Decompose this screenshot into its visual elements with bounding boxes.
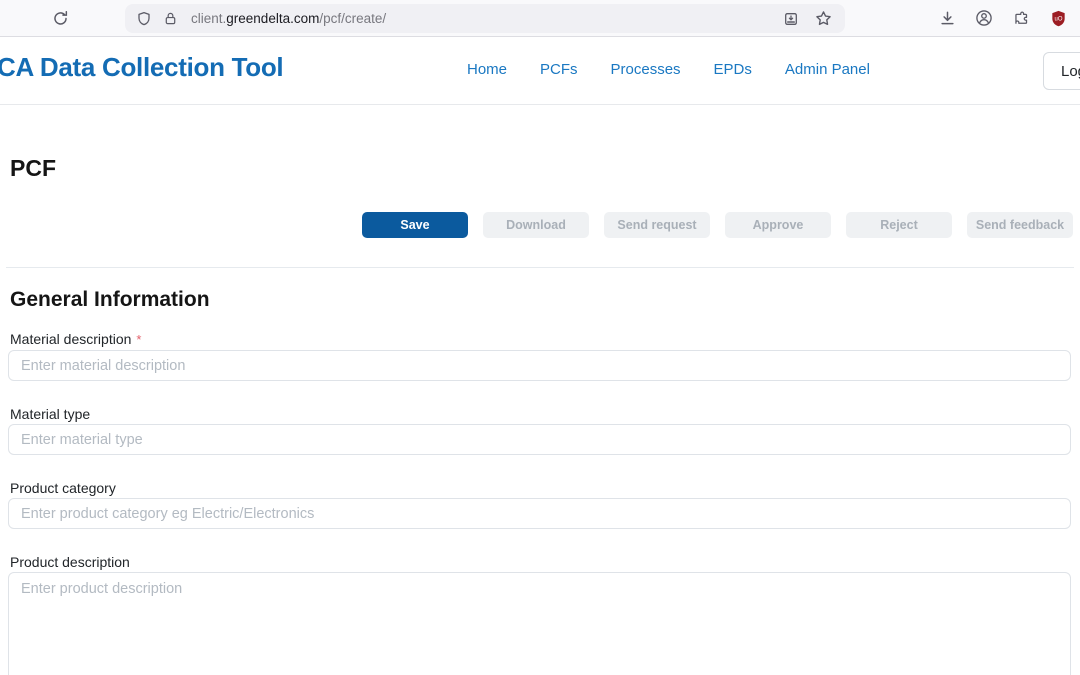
ublock-badge-text: uO xyxy=(1054,16,1062,22)
field-group-product-category: Product category xyxy=(8,478,1072,529)
required-asterisk: * xyxy=(136,332,141,347)
approve-button[interactable]: Approve xyxy=(725,212,831,238)
ublock-extension-icon[interactable]: uO xyxy=(1044,4,1072,32)
reload-icon xyxy=(52,10,69,27)
nav-epds[interactable]: EPDs xyxy=(714,61,752,78)
product-description-label: Product description xyxy=(10,552,1072,572)
url-domain: greendelta.com xyxy=(226,11,319,26)
url-path: /pcf/create/ xyxy=(319,11,386,26)
url-text: client.greendelta.com/pcf/create/ xyxy=(191,11,386,26)
material-type-input[interactable] xyxy=(8,424,1071,455)
nav-admin-panel[interactable]: Admin Panel xyxy=(785,61,870,78)
app-title[interactable]: CA Data Collection Tool xyxy=(0,52,283,83)
field-group-material-description: Material description* xyxy=(8,329,1072,381)
product-category-label: Product category xyxy=(10,478,1072,498)
nav-pcfs[interactable]: PCFs xyxy=(540,61,578,78)
material-description-input[interactable] xyxy=(8,350,1071,381)
reject-button[interactable]: Reject xyxy=(846,212,952,238)
page-title: PCF xyxy=(10,153,1080,183)
url-subdomain: client. xyxy=(191,11,226,26)
download-button[interactable]: Download xyxy=(483,212,589,238)
browser-window: client.greendelta.com/pcf/create/ xyxy=(0,0,1080,675)
send-feedback-button[interactable]: Send feedback xyxy=(967,212,1073,238)
extensions-puzzle-icon[interactable] xyxy=(1007,4,1035,32)
save-button[interactable]: Save xyxy=(362,212,468,238)
nav-home[interactable]: Home xyxy=(467,61,507,78)
product-category-input[interactable] xyxy=(8,498,1071,529)
nav-processes[interactable]: Processes xyxy=(611,61,681,78)
main-nav: Home PCFs Processes EPDs Admin Panel xyxy=(467,61,870,78)
pcf-create-page: PCF Save Download Send request Approve R… xyxy=(0,153,1080,675)
reload-button[interactable] xyxy=(46,4,74,32)
browser-toolbar: client.greendelta.com/pcf/create/ xyxy=(0,0,1080,37)
field-group-material-type: Material type xyxy=(8,404,1072,455)
lock-icon[interactable] xyxy=(159,5,181,33)
toolbar-right-icons: uO xyxy=(933,4,1072,32)
send-request-button[interactable]: Send request xyxy=(604,212,710,238)
material-type-label: Material type xyxy=(10,404,1072,424)
section-divider xyxy=(6,267,1074,268)
bookmark-star-icon[interactable] xyxy=(809,5,837,33)
downloads-button[interactable] xyxy=(933,4,961,32)
action-bar: Save Download Send request Approve Rejec… xyxy=(0,212,1080,238)
section-title: General Information xyxy=(10,286,1080,314)
field-group-product-description: Product description xyxy=(8,552,1072,675)
material-description-label: Material description* xyxy=(10,329,1072,350)
logout-button[interactable]: Log xyxy=(1043,52,1080,90)
address-bar[interactable]: client.greendelta.com/pcf/create/ xyxy=(125,4,845,33)
save-page-icon[interactable] xyxy=(777,5,805,33)
tracking-protection-shield-icon[interactable] xyxy=(133,5,155,33)
account-button[interactable] xyxy=(970,4,998,32)
product-description-textarea[interactable] xyxy=(8,572,1071,675)
site-header: CA Data Collection Tool Home PCFs Proces… xyxy=(0,37,1080,105)
